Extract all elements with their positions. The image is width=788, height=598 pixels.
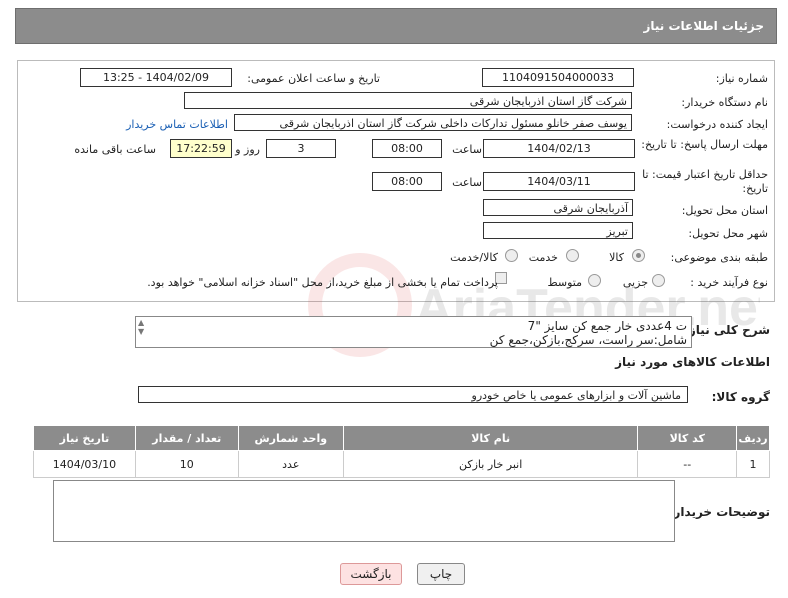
contact-buyer-link[interactable]: اطلاعات تماس خریدار [126, 118, 228, 131]
buyer-org-field: شرکت گاز استان اذربایجان شرقی [184, 92, 632, 109]
scroll-arrows-icon[interactable]: ▲ ▼ [138, 318, 144, 336]
province-label: استان محل تحویل: [681, 204, 768, 217]
creator-label: ایجاد کننده درخواست: [666, 118, 768, 131]
category-radio-goods[interactable] [632, 249, 645, 262]
city-label: شهر محل تحویل: [688, 227, 768, 240]
col-item-code: کد کالا [637, 425, 737, 451]
col-need-date: تاریخ نیاز [33, 425, 136, 451]
table-header-row: تاریخ نیاز تعداد / مقدار واحد شمارش نام … [33, 425, 770, 451]
col-quantity: تعداد / مقدار [134, 425, 239, 451]
deadline-time-field: 08:00 [372, 139, 442, 158]
goods-group-label: گروه کالا: [711, 390, 770, 404]
days-label: روز و [235, 143, 260, 156]
col-item-name: نام کالا [342, 425, 639, 451]
cell-item-code: -- [637, 450, 737, 478]
days-field: 3 [266, 139, 336, 158]
col-row-number: ردیف [736, 425, 770, 451]
back-button[interactable]: بازگشت [340, 563, 402, 585]
process-option-medium: متوسط [547, 276, 582, 289]
price-date-field: 1404/03/11 [483, 172, 635, 191]
category-radio-goods-service[interactable] [505, 249, 518, 262]
col-unit: واحد شمارش [237, 425, 344, 451]
cell-row-number: 1 [736, 450, 770, 478]
price-validity-label: حداقل تاریخ اعتبار قیمت: تا تاریخ: [642, 168, 768, 195]
need-number-field: 1104091504000033 [482, 68, 634, 87]
description-textarea[interactable]: ت 4عددی خار جمع کن سایز "7 شامل:سر راست،… [135, 316, 692, 348]
deadline-date-field: 1404/02/13 [483, 139, 635, 158]
creator-field: یوسف صفر خانلو مسئول تدارکات داخلی شرکت … [234, 114, 632, 131]
announce-label: تاریخ و ساعت اعلان عمومی: [247, 72, 380, 85]
announce-field: 1404/02/09 - 13:25 [80, 68, 232, 87]
description-line-2: شامل:سر راست، سرکج،بازکن،جمع کن [489, 333, 687, 347]
city-field: تبریز [483, 222, 633, 239]
buyer-notes-textarea[interactable] [53, 480, 675, 542]
deadline-time-label: ساعت [452, 143, 482, 156]
process-radio-medium[interactable] [588, 274, 601, 287]
category-radio-service[interactable] [566, 249, 579, 262]
buyer-notes-label: توضیحات خریدار: [668, 505, 770, 519]
page-header: جزئیات اطلاعات نیاز [15, 8, 777, 44]
price-time-label: ساعت [452, 176, 482, 189]
category-option-service: خدمت [528, 251, 558, 264]
province-field: آذربایجان شرقی [483, 199, 633, 216]
process-option-minor: جزیی [622, 276, 648, 289]
deadline-label: مهلت ارسال پاسخ: تا تاریخ: [641, 138, 768, 151]
payment-note: پرداخت تمام یا بخشی از مبلغ خرید،از محل … [147, 276, 498, 289]
category-option-goods-service: کالا/خدمت [450, 251, 498, 264]
goods-table: تاریخ نیاز تعداد / مقدار واحد شمارش نام … [33, 425, 770, 478]
cell-quantity: 10 [134, 450, 239, 478]
process-radio-minor[interactable] [652, 274, 665, 287]
print-button[interactable]: چاپ [417, 563, 465, 585]
description-label: شرح کلی نیاز: [684, 323, 770, 337]
category-option-goods: کالا [609, 251, 624, 264]
goods-section-title: اطلاعات کالاهای مورد نیاز [615, 355, 770, 369]
remaining-time-field: 17:22:59 [170, 139, 232, 158]
category-label: طبقه بندی موضوعی: [670, 251, 768, 264]
price-time-field: 08:00 [372, 172, 442, 191]
goods-group-field: ماشین آلات و ابزارهای عمومی یا خاص خودرو [138, 386, 688, 403]
cell-need-date: 1404/03/10 [33, 450, 136, 478]
cell-item-name: انبر خار بازکن [342, 450, 639, 478]
page-title: جزئیات اطلاعات نیاز [643, 19, 764, 33]
cell-unit: عدد [237, 450, 344, 478]
buyer-org-label: نام دستگاه خریدار: [681, 96, 768, 109]
remaining-label: ساعت باقی مانده [74, 143, 156, 156]
description-line-1: ت 4عددی خار جمع کن سایز "7 [527, 319, 687, 333]
process-label: نوع فرآیند خرید : [690, 276, 768, 289]
table-row: 1404/03/10 10 عدد انبر خار بازکن -- 1 [33, 450, 770, 478]
need-number-label: شماره نیاز: [715, 72, 768, 85]
